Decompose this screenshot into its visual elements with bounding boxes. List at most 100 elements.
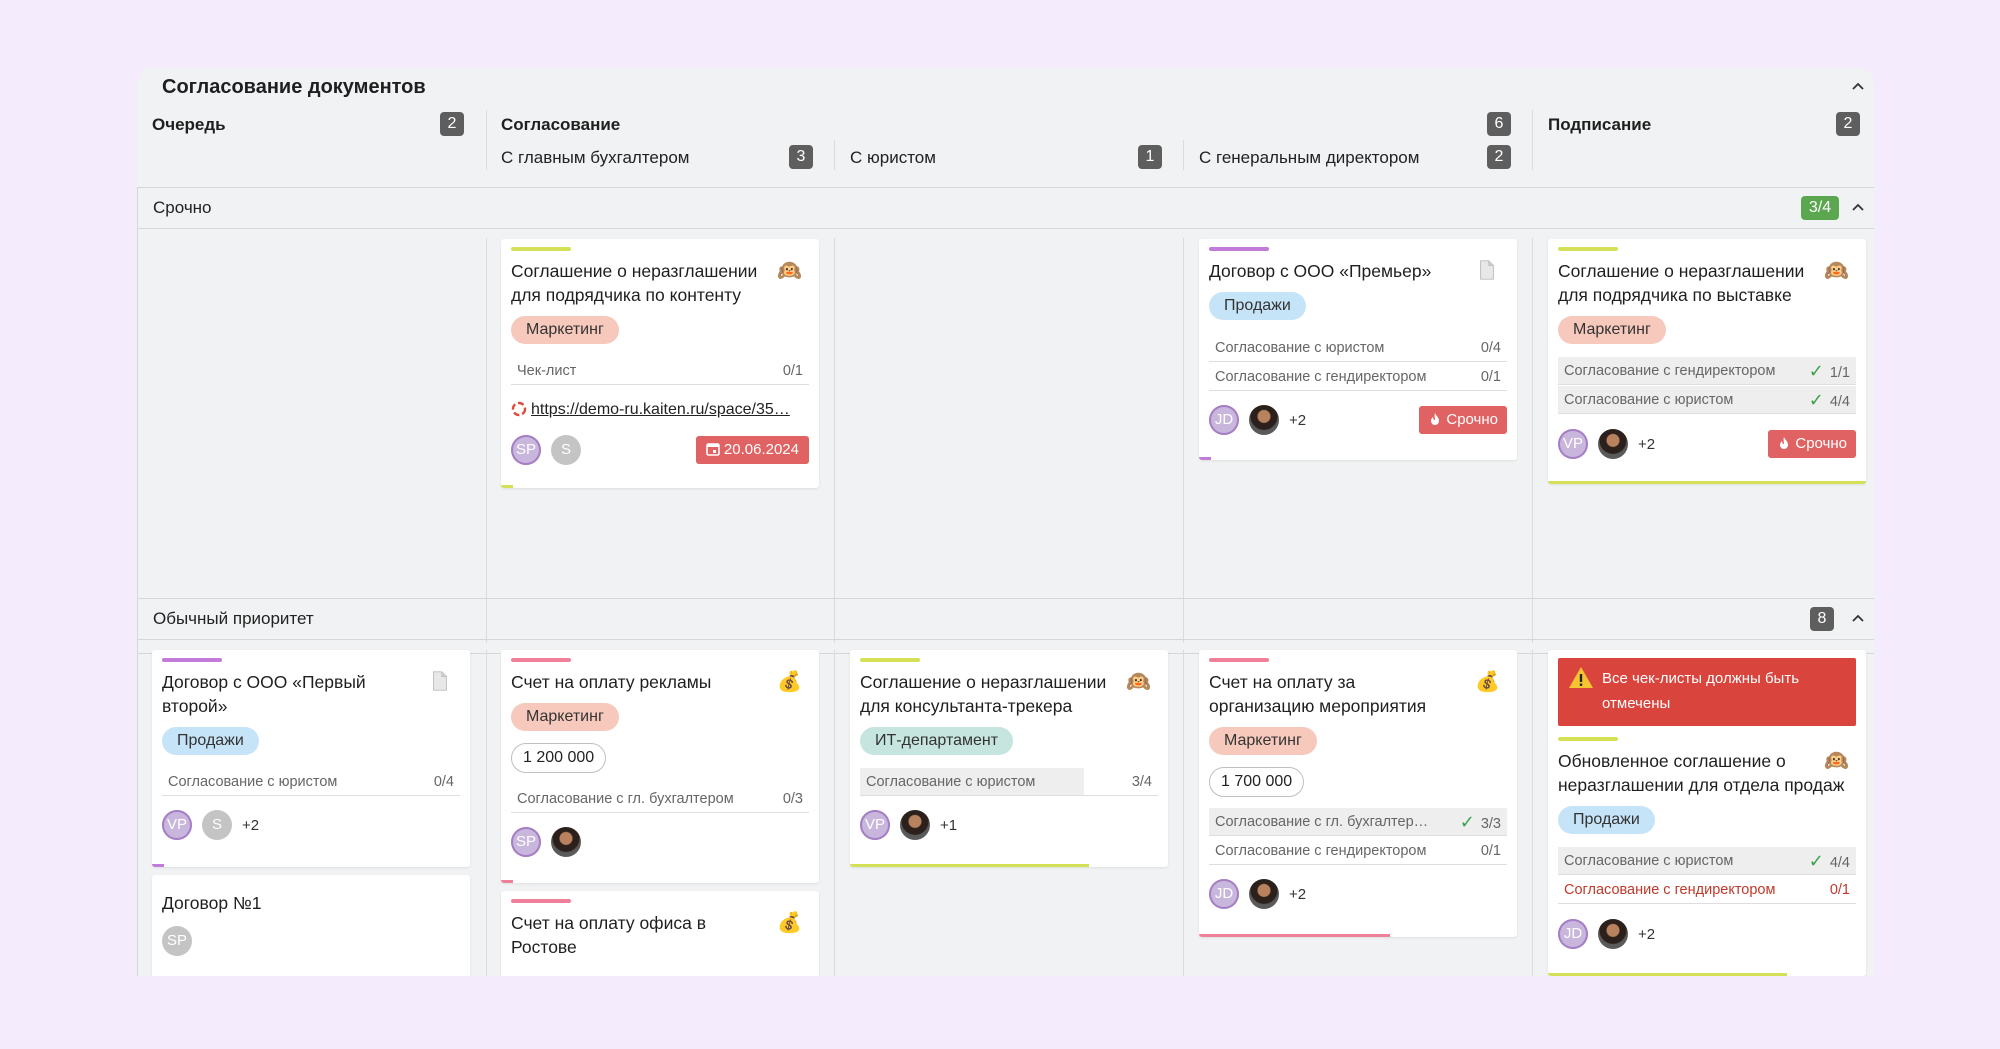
lane-title-urgent: Срочно: [153, 198, 212, 217]
checklist-row[interactable]: Согласование с юристом ✓ 4/4: [1558, 386, 1856, 414]
checklist-row[interactable]: Чек-лист 0/1: [511, 357, 809, 385]
avatar[interactable]: VP: [1558, 429, 1588, 459]
collapse-lane-chevron-up-icon[interactable]: [1851, 201, 1865, 215]
card[interactable]: Договор с ООО «Первый второй» Продажи Со…: [152, 650, 470, 867]
avatar[interactable]: S: [551, 435, 581, 465]
checklist-value: 0/4: [1480, 340, 1501, 356]
checklist-value: 4/4: [1829, 394, 1850, 410]
due-date-badge[interactable]: 20.06.2024: [695, 436, 809, 464]
card-color-stripe: [162, 658, 222, 662]
amount-field[interactable]: 1 700 000: [1209, 767, 1305, 797]
checklist-label: Согласование с гендиректором: [1564, 363, 1776, 379]
checklist-row[interactable]: Согласование с юристом 0/4: [162, 768, 460, 796]
avatar[interactable]: VP: [162, 810, 192, 840]
avatar-photo[interactable]: [1598, 919, 1628, 949]
more-members[interactable]: +2: [242, 817, 259, 834]
avatar[interactable]: SP: [511, 435, 541, 465]
amount-field[interactable]: 1 200 000: [511, 743, 607, 773]
avatar[interactable]: JD: [1209, 879, 1239, 909]
avatar[interactable]: JD: [1558, 919, 1588, 949]
more-members[interactable]: +2: [1638, 436, 1655, 453]
column-count-queue: 2: [440, 112, 464, 136]
checklist-label: Согласование с гл. бухгалтер…: [1215, 814, 1429, 830]
collapse-lane-chevron-up-icon[interactable]: [1851, 612, 1865, 626]
card-members: SP S: [511, 435, 591, 465]
urgent-badge[interactable]: Срочно: [1768, 430, 1856, 458]
avatar-photo[interactable]: [1598, 429, 1628, 459]
card-tag[interactable]: Продажи: [162, 727, 259, 755]
check-icon: ✓: [1808, 851, 1824, 871]
column-header-queue[interactable]: Очередь: [152, 115, 226, 135]
checklist-row[interactable]: Согласование с гл. бухгалтером 0/3: [511, 785, 809, 813]
monkey-icon: 🙉: [1824, 750, 1849, 772]
avatar[interactable]: S: [202, 810, 232, 840]
card-progress-bar: [1548, 481, 1866, 484]
checklist-value: 0/1: [1480, 369, 1501, 385]
subcolumn-header-chief-accountant[interactable]: С главным бухгалтером: [501, 148, 689, 168]
more-members[interactable]: +2: [1638, 926, 1655, 943]
monkey-icon: 🙉: [777, 260, 802, 282]
checklist-row[interactable]: Согласование с юристом 3/4: [860, 768, 1158, 796]
card[interactable]: Договор с ООО «Премьер» Продажи Согласов…: [1199, 239, 1517, 460]
card-members: VP +1: [860, 810, 957, 840]
card[interactable]: Соглашение о неразглашении для подрядчик…: [1548, 239, 1866, 484]
subcolumn-header-ceo[interactable]: С генеральным директором: [1199, 148, 1419, 168]
avatar-photo[interactable]: [1249, 405, 1279, 435]
card-tag[interactable]: Продажи: [1558, 806, 1655, 834]
avatar-photo[interactable]: [1249, 879, 1279, 909]
avatar-photo[interactable]: [551, 827, 581, 857]
checklist-row[interactable]: Согласование с гл. бухгалтер… ✓ 3/3: [1209, 808, 1507, 836]
checklist-row[interactable]: Согласование с юристом 0/4: [1209, 334, 1507, 362]
subcolumn-divider: [1183, 140, 1184, 170]
checklist-row[interactable]: Согласование с гендиректором 0/1: [1209, 363, 1507, 391]
collapse-board-chevron-up-icon[interactable]: [1851, 80, 1865, 94]
card[interactable]: Договор №1 SP: [152, 875, 470, 976]
alert-text: Все чек-листы должны быть отмечены: [1602, 670, 1800, 712]
avatar-photo[interactable]: [900, 810, 930, 840]
card-progress-bar: [501, 485, 513, 488]
column-header-signing[interactable]: Подписание: [1548, 115, 1651, 135]
card[interactable]: Все чек-листы должны быть отмечены Обнов…: [1548, 650, 1866, 976]
card-tag[interactable]: Маркетинг: [1558, 316, 1666, 344]
card-tag[interactable]: Продажи: [1209, 292, 1306, 320]
card-tag[interactable]: Маркетинг: [511, 703, 619, 731]
more-members[interactable]: +2: [1289, 412, 1306, 429]
check-icon: ✓: [1808, 390, 1824, 410]
card[interactable]: Счет на оплату офиса в Ростове 💰: [501, 891, 819, 976]
avatar[interactable]: SP: [511, 827, 541, 857]
kaiten-logo-icon: [511, 401, 527, 417]
lane-header-normal[interactable]: [137, 598, 1874, 640]
checklist-row[interactable]: Согласование с гендиректором 0/1: [1209, 837, 1507, 865]
card[interactable]: Соглашение о неразглашении для подрядчик…: [501, 239, 819, 488]
card-tag[interactable]: Маркетинг: [511, 316, 619, 344]
board-title: Согласование документов: [162, 76, 426, 98]
subcolumn-header-lawyer[interactable]: С юристом: [850, 148, 936, 168]
avatar[interactable]: JD: [1209, 405, 1239, 435]
checklist-row-unfinished[interactable]: Согласование с гендиректором 0/1: [1558, 876, 1856, 904]
lane-count-normal: 8: [1810, 607, 1834, 631]
lane-header-urgent[interactable]: [137, 187, 1874, 229]
card-tag[interactable]: ИТ-департамент: [860, 727, 1014, 755]
column-header-approval[interactable]: Согласование: [501, 115, 620, 135]
card-color-stripe: [511, 899, 571, 903]
subcolumn-count-ceo: 2: [1487, 145, 1511, 169]
more-members[interactable]: +2: [1289, 886, 1306, 903]
checklist-row[interactable]: Согласование с юристом ✓ 4/4: [1558, 847, 1856, 875]
card[interactable]: Счет на оплату за организацию мероприяти…: [1199, 650, 1517, 937]
checklist-value: 0/1: [1480, 843, 1501, 859]
checklist-label: Согласование с гендиректором: [1215, 843, 1427, 859]
card[interactable]: Соглашение о неразглашении для консульта…: [850, 650, 1168, 867]
card[interactable]: Счет на оплату рекламы 💰 Маркетинг 1 200…: [501, 650, 819, 883]
card-tag[interactable]: Маркетинг: [1209, 727, 1317, 755]
column-divider: [486, 650, 487, 976]
card-color-stripe: [1209, 658, 1269, 662]
avatar[interactable]: VP: [860, 810, 890, 840]
card-color-stripe: [860, 658, 920, 662]
card-progress-bar: [1199, 934, 1390, 937]
checklist-value: 0/1: [782, 363, 803, 379]
card-link[interactable]: https://demo-ru.kaiten.ru/space/35…: [511, 399, 801, 421]
avatar[interactable]: SP: [162, 926, 192, 956]
more-members[interactable]: +1: [940, 817, 957, 834]
checklist-row[interactable]: Согласование с гендиректором ✓ 1/1: [1558, 357, 1856, 385]
urgent-badge[interactable]: Срочно: [1419, 406, 1507, 434]
